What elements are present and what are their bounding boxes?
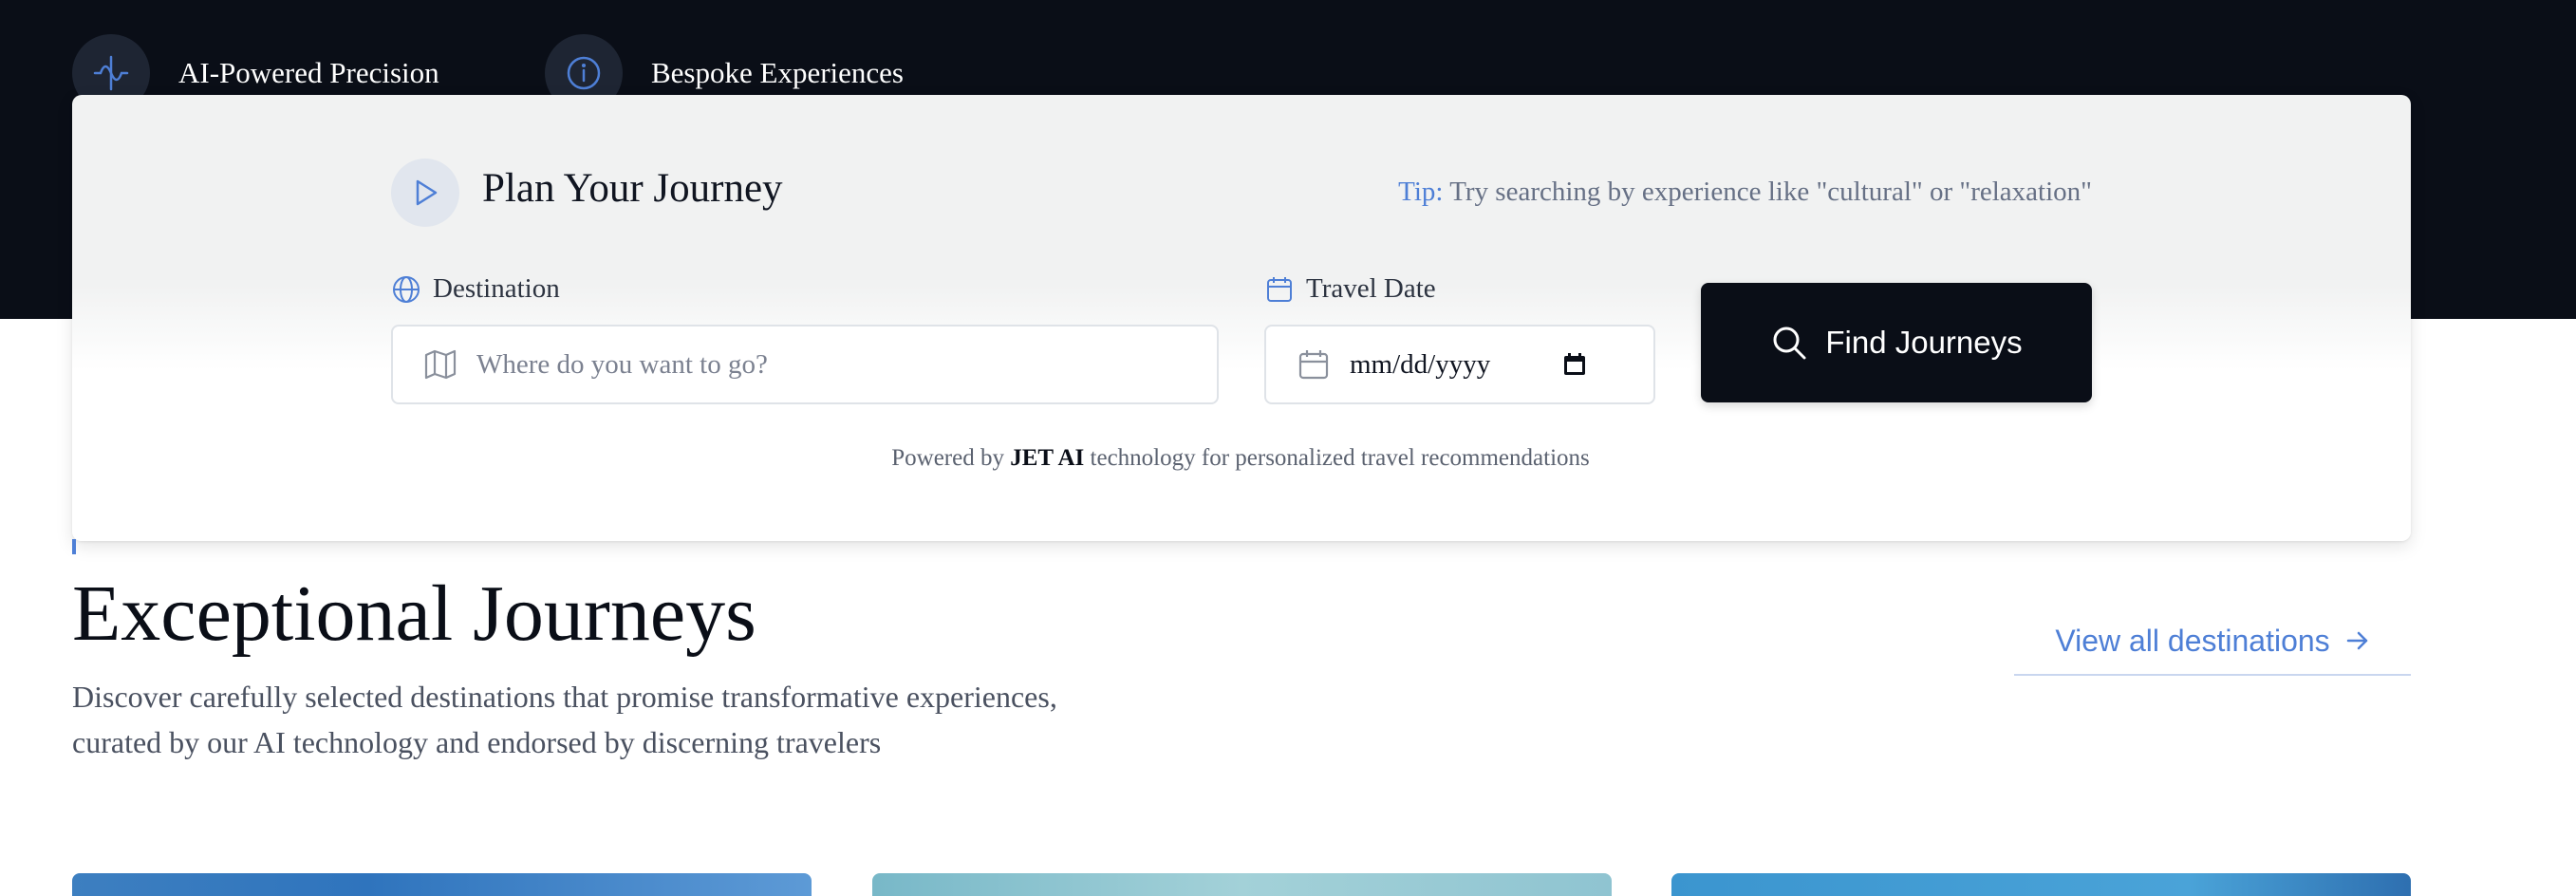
brand-name: JET AI [1010,445,1085,471]
search-tip: Tip: Try searching by experience like "c… [1398,177,2092,208]
view-all-label: View all destinations [2055,623,2330,658]
find-journeys-button[interactable]: Find Journeys [1701,283,2092,402]
play-icon [391,159,459,227]
calendar-icon [1298,350,1329,380]
travel-date-label: Travel Date [1264,273,1436,305]
globe-icon [393,275,420,303]
tip-label: Tip: [1398,177,1444,207]
search-icon [1773,327,1806,360]
view-all-destinations-link[interactable]: View all destinations [2014,607,2411,676]
date-picker-icon[interactable] [1562,352,1587,377]
destination-card-image[interactable] [1671,873,2411,896]
feature-label: Bespoke Experiences [651,56,904,89]
map-icon [424,349,457,380]
tip-text: Try searching by experience like "cultur… [1443,177,2092,207]
calendar-icon [1267,276,1292,302]
arrow-right-icon [2346,631,2367,650]
destination-card-image[interactable] [72,873,812,896]
find-journeys-label: Find Journeys [1825,325,2023,360]
feature-label: AI-Powered Precision [178,56,439,89]
destination-card-image[interactable] [872,873,1612,896]
planner-title: Plan Your Journey [482,166,783,211]
section-accent-line [72,539,76,554]
date-input-value[interactable]: mm/dd/yyyy [1350,349,1562,381]
destination-input[interactable] [476,348,1217,381]
section-title: Exceptional Journeys [72,569,756,658]
destination-label: Destination [391,273,560,305]
section-description: Discover carefully selected destinations… [72,680,1057,759]
travel-date-field[interactable]: mm/dd/yyyy [1264,325,1655,404]
destination-field[interactable] [391,325,1219,404]
powered-by-note: Powered by JET AI technology for persona… [891,445,1590,471]
